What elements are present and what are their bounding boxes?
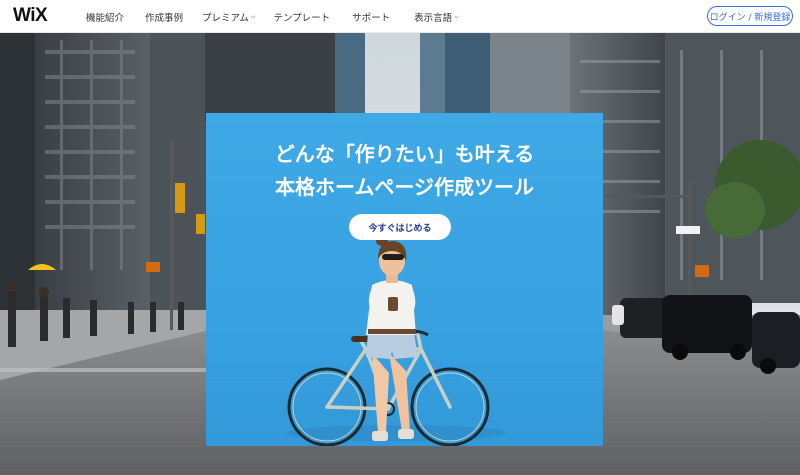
nav-item-label: テンプレート xyxy=(273,12,331,24)
chevron-down-icon: ⌵ xyxy=(250,13,256,20)
chevron-down-icon: ⌵ xyxy=(454,13,459,20)
hero-headline-line2: 本格ホームページ作成ツール xyxy=(275,175,534,199)
hero-panel: どんな「作りたい」も叶える 本格ホームページ作成ツール 今すぐはじめる xyxy=(206,113,603,446)
nav-item-features[interactable]: 機能紹介 xyxy=(86,10,124,24)
nav-item-showcase[interactable]: 作成事例 xyxy=(145,10,183,24)
nav-item-label: 作成事例 xyxy=(145,12,184,24)
wix-logo[interactable]: WiX xyxy=(13,5,48,27)
nav-item-premium[interactable]: プレミアム ⌵ xyxy=(202,10,255,24)
nav-item-label: プレミアム xyxy=(202,12,249,24)
hero-headline-line1: どんな「作りたい」も叶える xyxy=(274,142,535,166)
login-signup-button[interactable]: ログイン / 新規登録 xyxy=(707,6,793,26)
nav-item-support[interactable]: サポート xyxy=(352,10,390,24)
get-started-button[interactable]: 今すぐはじめる xyxy=(349,214,451,240)
nav-item-language[interactable]: 表示言語 ⌵ xyxy=(414,10,459,24)
top-header: WiX 機能紹介 作成事例 プレミアム ⌵ テンプレート サポート 表示言語 ⌵… xyxy=(0,0,800,33)
main-nav: 機能紹介 作成事例 プレミアム ⌵ テンプレート サポート 表示言語 ⌵ xyxy=(86,0,459,33)
nav-item-templates[interactable]: テンプレート xyxy=(273,10,330,24)
nav-item-label: 機能紹介 xyxy=(86,12,125,24)
nav-item-label: サポート xyxy=(352,12,391,24)
nav-item-label: 表示言語 xyxy=(414,12,453,24)
